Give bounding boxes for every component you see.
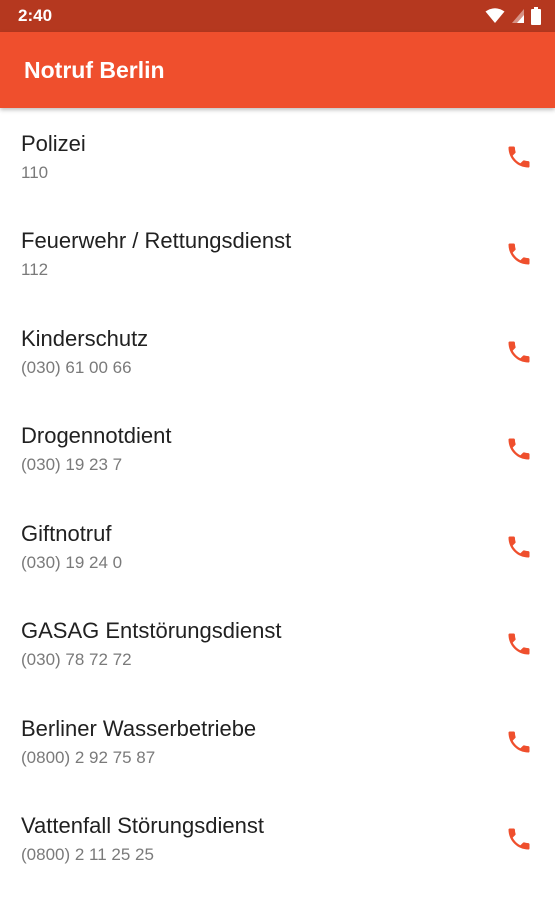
contact-number: (0800) 2 92 75 87: [21, 747, 156, 767]
battery-icon: [531, 7, 541, 25]
list-item[interactable]: Polizei 110: [0, 108, 555, 206]
item-text: Berliner Wasserbetriebe (0800) 2 92 75 8…: [21, 715, 256, 769]
list-item[interactable]: Feuerwehr / Rettungsdienst 112: [0, 206, 555, 304]
list-item[interactable]: Drogennotdient (030) 19 23 7: [0, 401, 555, 499]
contact-number: 110: [21, 162, 49, 182]
contact-number: (0800) 2 11 25 25: [21, 845, 154, 865]
phone-icon: [508, 438, 530, 460]
contact-name: Giftnotruf: [21, 520, 112, 546]
call-button[interactable]: [501, 724, 537, 760]
item-text: Vattenfall Störungsdienst (0800) 2 11 25…: [21, 812, 264, 866]
contact-name: Drogennotdient: [21, 423, 172, 449]
contact-number: (030) 19 23 7: [21, 455, 123, 475]
status-bar: 2:40: [0, 0, 555, 32]
phone-icon: [508, 828, 530, 850]
contact-list: Polizei 110 Feuerwehr / Rettungsdienst 1…: [0, 108, 555, 888]
call-button[interactable]: [501, 431, 537, 467]
list-item[interactable]: Berliner Wasserbetriebe (0800) 2 92 75 8…: [0, 693, 555, 791]
phone-icon: [508, 341, 530, 363]
list-item[interactable]: Kinderschutz (030) 61 00 66: [0, 303, 555, 401]
contact-number: (030) 19 24 0: [21, 552, 123, 572]
contact-name: Berliner Wasserbetriebe: [21, 715, 257, 741]
phone-icon: [508, 633, 530, 655]
list-item[interactable]: Giftnotruf (030) 19 24 0: [0, 498, 555, 596]
contact-number: (030) 61 00 66: [21, 357, 132, 377]
contact-name: Polizei: [21, 130, 86, 156]
wifi-icon: [485, 8, 505, 23]
call-button[interactable]: [501, 236, 537, 272]
item-text: Kinderschutz (030) 61 00 66: [21, 325, 148, 379]
contact-number: (030) 78 72 72: [21, 650, 132, 670]
call-button[interactable]: [501, 529, 537, 565]
call-button[interactable]: [501, 334, 537, 370]
phone-icon: [508, 146, 530, 168]
cell-signal-icon: [512, 9, 524, 23]
status-icons: [485, 7, 541, 25]
app-title: Notruf Berlin: [24, 56, 165, 83]
app-bar: Notruf Berlin: [0, 32, 555, 108]
contact-number: 112: [21, 260, 49, 280]
item-text: Feuerwehr / Rettungsdienst 112: [21, 227, 291, 281]
phone-icon: [508, 731, 530, 753]
item-text: GASAG Entstörungsdienst (030) 78 72 72: [21, 617, 281, 671]
contact-name: Feuerwehr / Rettungsdienst: [21, 228, 292, 254]
item-text: Polizei 110: [21, 130, 86, 184]
contact-name: Kinderschutz: [21, 325, 149, 351]
item-text: Drogennotdient (030) 19 23 7: [21, 422, 171, 476]
list-item[interactable]: GASAG Entstörungsdienst (030) 78 72 72: [0, 596, 555, 694]
call-button[interactable]: [501, 139, 537, 175]
item-text: Giftnotruf (030) 19 24 0: [21, 520, 122, 574]
call-button[interactable]: [501, 626, 537, 662]
call-button[interactable]: [501, 821, 537, 857]
contact-name: Vattenfall Störungsdienst: [21, 813, 264, 839]
contact-name: GASAG Entstörungsdienst: [21, 618, 282, 644]
phone-icon: [508, 536, 530, 558]
status-time: 2:40: [18, 6, 53, 25]
phone-icon: [508, 243, 530, 265]
list-item[interactable]: Vattenfall Störungsdienst (0800) 2 11 25…: [0, 791, 555, 889]
